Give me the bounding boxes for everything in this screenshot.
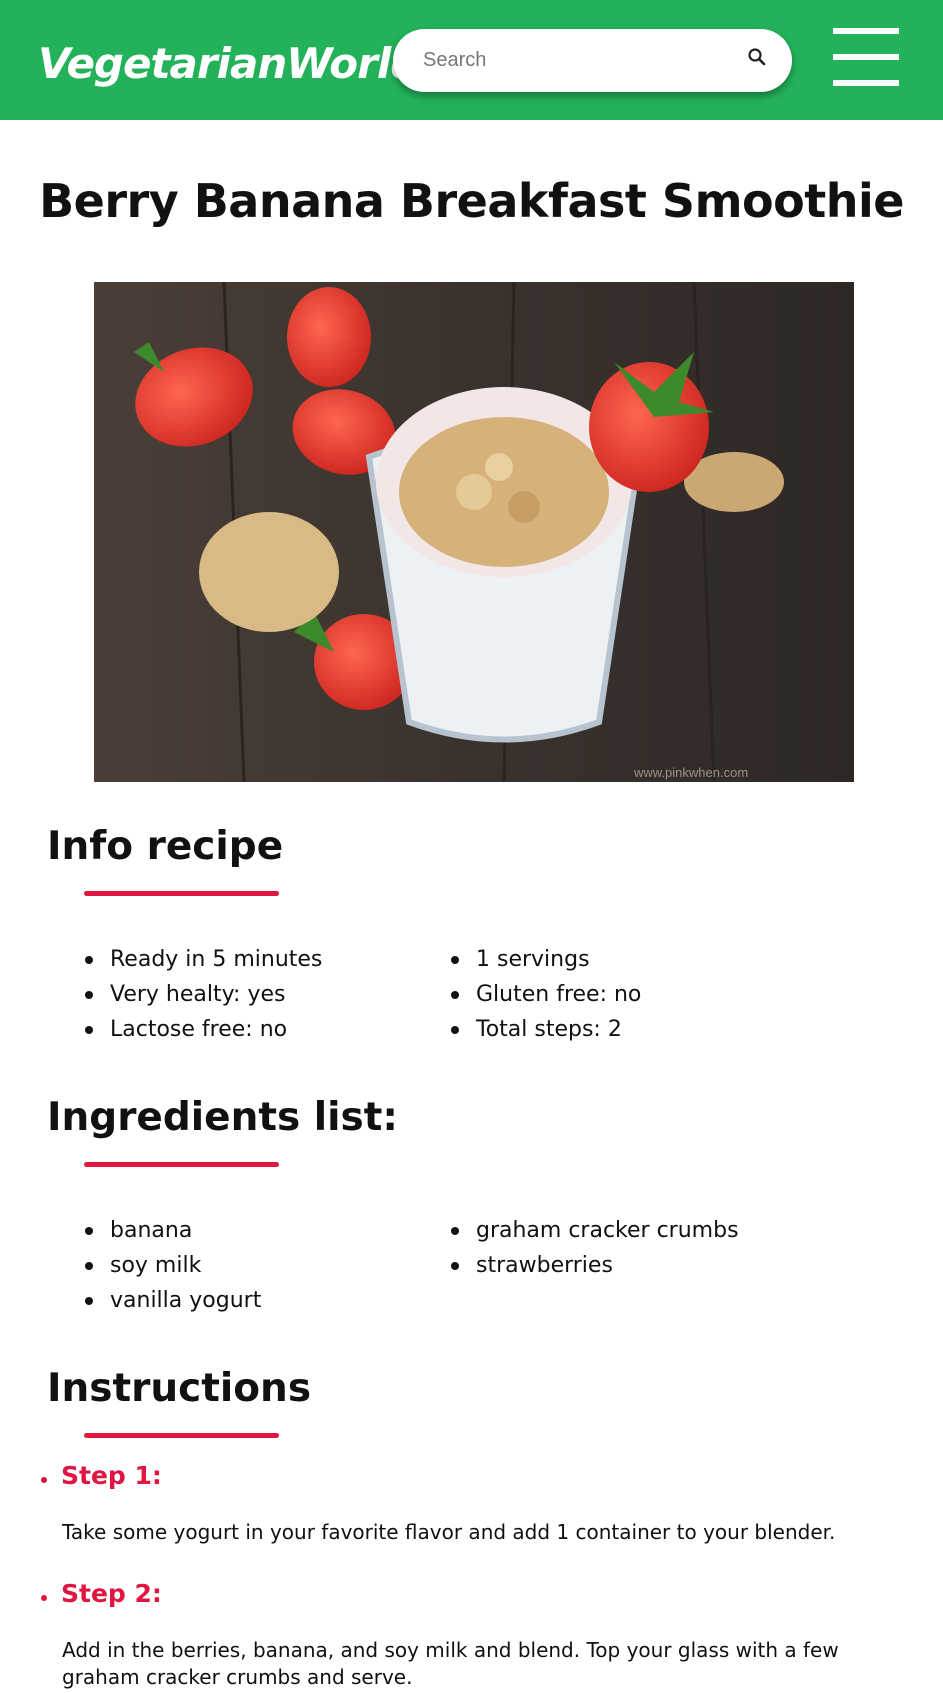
photo-watermark: www.pinkwhen.com bbox=[633, 765, 748, 780]
step-1-title: Step 1: bbox=[61, 1461, 162, 1490]
info-item: Gluten free: no bbox=[451, 977, 641, 1012]
recipe-title: Berry Banana Breakfast Smoothie bbox=[39, 174, 904, 228]
info-list-right: 1 servings Gluten free: no Total steps: … bbox=[451, 942, 641, 1047]
recipe-photo: www.pinkwhen.com bbox=[94, 282, 854, 782]
site-logo[interactable]: VegetarianWorld bbox=[38, 36, 420, 92]
info-item: Total steps: 2 bbox=[451, 1012, 641, 1047]
ingredient-item: strawberries bbox=[451, 1248, 739, 1283]
instructions-underline bbox=[84, 1433, 279, 1438]
step-bullet bbox=[41, 1595, 47, 1601]
ingredients-list-left: banana soy milk vanilla yogurt bbox=[85, 1213, 261, 1318]
smoothie-illustration: www.pinkwhen.com bbox=[94, 282, 854, 782]
info-heading: Info recipe bbox=[47, 824, 284, 869]
step-2-text: Add in the berries, banana, and soy milk… bbox=[62, 1638, 839, 1689]
site-header: VegetarianWorld bbox=[0, 0, 943, 120]
search-input[interactable] bbox=[423, 43, 723, 77]
step-2-title: Step 2: bbox=[61, 1579, 162, 1608]
hamburger-menu-icon[interactable] bbox=[833, 28, 899, 88]
ingredients-heading: Ingredients list: bbox=[47, 1095, 398, 1140]
ingredients-list-right: graham cracker crumbs strawberries bbox=[451, 1213, 739, 1283]
info-item: Very healty: yes bbox=[85, 977, 322, 1012]
info-list-left: Ready in 5 minutes Very healty: yes Lact… bbox=[85, 942, 322, 1047]
step-1-text: Take some yogurt in your favorite flavor… bbox=[62, 1520, 836, 1544]
info-underline bbox=[84, 891, 279, 896]
step-bullet bbox=[41, 1477, 47, 1483]
info-item: Ready in 5 minutes bbox=[85, 942, 322, 977]
ingredients-underline bbox=[84, 1162, 279, 1167]
search-icon[interactable] bbox=[746, 46, 770, 70]
info-item: Lactose free: no bbox=[85, 1012, 322, 1047]
instructions-heading: Instructions bbox=[47, 1366, 312, 1411]
ingredient-item: graham cracker crumbs bbox=[451, 1213, 739, 1248]
ingredient-item: vanilla yogurt bbox=[85, 1283, 261, 1318]
ingredient-item: banana bbox=[85, 1213, 261, 1248]
info-item: 1 servings bbox=[451, 942, 641, 977]
ingredient-item: soy milk bbox=[85, 1248, 261, 1283]
search-box[interactable] bbox=[393, 29, 792, 92]
